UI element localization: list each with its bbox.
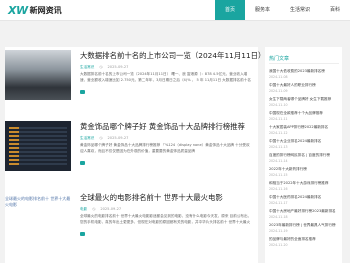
sidebar-item[interactable]: 中国现在全款推荐十个大品牌推荐 2024-11-11	[269, 111, 341, 121]
article-card[interactable]: 全球最火的电影排名前十 世界十大最火电影 全球最火的电影排名前十 世界十大最火电…	[5, 189, 258, 251]
article-title[interactable]: 大数据排名前十名的上市公司一览（2024年11月11日）	[80, 50, 265, 61]
site-logo[interactable]: XW 新网资讯	[8, 4, 62, 17]
sidebar-item[interactable]: 中国十大房地产最好排行榜2023最新排名 2024-11-18	[269, 209, 341, 219]
sidebar-item-date: 2024-11-13	[269, 145, 288, 149]
sidebar-item[interactable]: 我国十大低收费的2023最新排名榜 2024-11-08	[269, 69, 341, 79]
article-date: 2025-09-27	[107, 65, 129, 69]
sidebar-item[interactable]: 中国十大最好人的职业排行榜 2024-11-09	[269, 83, 341, 93]
logo-mark: XW	[8, 4, 28, 17]
article-thumbnail[interactable]	[5, 50, 71, 100]
sidebar-item-date: 2024-11-16	[269, 187, 288, 191]
sidebar-item[interactable]: 女生下载两者哪个品牌好 女生下载推荐 2024-11-10	[269, 97, 341, 107]
top-bar: XW 新网资讯 首页 服务本 生活常识 百科	[0, 0, 350, 21]
sidebar-item-date: 2024-11-09	[269, 89, 288, 93]
sidebar-item-date: 2024-11-14	[269, 159, 288, 163]
sidebar-item-date: 2024-11-17	[269, 201, 288, 205]
sidebar-item-title[interactable]: 我国十大低收费的2023最新排名榜	[269, 69, 341, 74]
nav-home[interactable]: 首页	[214, 0, 245, 20]
nav-service[interactable]: 服务本	[245, 0, 280, 20]
sidebar-hot-articles: 热门文章 我国十大低收费的2023最新排名榜 2024-11-08 中国十大最好人…	[265, 47, 342, 263]
clock-icon: ◷	[99, 65, 103, 69]
article-meta: 生活常识 ◷ 2025-09-27	[80, 65, 128, 70]
logo-text: 新网资讯	[29, 6, 62, 15]
sidebar-item[interactable]: 中国十大医药排名2024最新排名 2024-11-17	[269, 195, 341, 205]
nav-life-tips[interactable]: 生活常识	[280, 0, 320, 20]
article-excerpt: 全球最火的电影排名前十 世界十大最火电影影迷都会见到的电影，没有什么电影今天发，…	[80, 214, 252, 224]
article-meta: 生活常识 ◷ 2025-09-27	[80, 136, 128, 141]
article-card[interactable]: 黄金饰品哪个牌子好 黄金饰品十大品牌排行榜推荐 生活常识 ◷ 2025-09-2…	[5, 118, 258, 180]
sidebar-item-date: 2024-11-19	[269, 229, 288, 233]
sidebar-item-title[interactable]: 和相当于2022年十大游戏排行榜推荐	[269, 181, 341, 186]
sidebar-item[interactable]: 的品牌与最好的全面排名推荐 2024-11-20	[269, 237, 341, 247]
main-nav: 首页 服务本 生活常识 百科	[214, 0, 350, 20]
sidebar-item-title[interactable]: 2022年十大新药排行榜	[269, 167, 341, 172]
sidebar-item-title[interactable]: 中国现在全款推荐十个大品牌推荐	[269, 111, 341, 116]
thumbnail-alt-text: 全球最火的电影排名前十 世界十大最火电影	[5, 196, 71, 207]
article-title[interactable]: 黄金饰品哪个牌子好 黄金饰品十大品牌排行榜推荐	[80, 121, 245, 132]
tag-icon[interactable]	[80, 232, 85, 236]
clock-icon: ◷	[92, 207, 96, 211]
sidebar-item[interactable]: 2023年最新排行榜 | 世界最具人气排行榜 2024-11-19	[269, 223, 341, 233]
article-list: 大数据排名前十名的上市公司一览（2024年11月11日） 生活常识 ◷ 2025…	[5, 47, 265, 263]
article-card[interactable]: 大数据排名前十名的上市公司一览（2024年11月11日） 生活常识 ◷ 2025…	[5, 47, 265, 109]
clock-icon: ◷	[99, 136, 103, 140]
sidebar-item-date: 2024-11-18	[269, 215, 288, 219]
sidebar-item[interactable]: 百度的排行榜网民排名 | 百度的排行榜 2024-11-14	[269, 153, 341, 163]
divider	[269, 63, 339, 64]
article-category[interactable]: 电影	[80, 207, 87, 212]
sidebar-item[interactable]: 2022年十大新药排行榜 2024-11-15	[269, 167, 341, 177]
article-date: 2025-09-27	[107, 136, 129, 140]
sidebar-item-date: 2024-11-08	[269, 75, 288, 79]
sidebar-item-date: 2024-11-11	[269, 117, 288, 121]
article-excerpt: 黄金饰品哪个牌子好 黄金饰品十大品牌排行榜推荐 「%124（display no…	[80, 143, 250, 153]
article-title[interactable]: 全球最火的电影排名前十 世界十大最火电影	[80, 192, 223, 203]
sidebar-item-title[interactable]: 中国十大房地产最好排行榜2023最新排名	[269, 209, 341, 214]
sidebar-item-date: 2024-11-15	[269, 173, 288, 177]
sidebar-item-date: 2024-11-20	[269, 243, 288, 247]
article-thumbnail[interactable]	[5, 121, 71, 171]
sidebar-item-title[interactable]: 中国十大企业排名2024最新排名	[269, 139, 341, 144]
sidebar-item-title[interactable]: 中国十大最好人的职业排行榜	[269, 83, 341, 88]
sidebar-item-title[interactable]: 2023年最新排行榜 | 世界最具人气排行榜	[269, 223, 341, 228]
article-category[interactable]: 生活常识	[80, 65, 94, 70]
sidebar-item-title[interactable]: 的品牌与最好的全面排名推荐	[269, 237, 341, 242]
article-thumbnail-broken[interactable]: 全球最火的电影排名前十 世界十大最火电影	[5, 192, 71, 242]
sidebar-item[interactable]: 中国十大企业排名2024最新排名 2024-11-13	[269, 139, 341, 149]
sidebar-item[interactable]: 十大家居装APP排行榜2022最新排名 2024-11-12	[269, 125, 341, 135]
tag-icon[interactable]	[80, 161, 85, 165]
sidebar-item-title[interactable]: 百度的排行榜网民排名 | 百度的排行榜	[269, 153, 341, 158]
sidebar-item-title[interactable]: 女生下载两者哪个品牌好 女生下载推荐	[269, 97, 341, 102]
nav-encyclopedia[interactable]: 百科	[320, 0, 350, 20]
article-excerpt: 大数据排名前十名的上市公司一览（2024年11月11日） 曙一、浪 富港源（：8…	[80, 72, 251, 82]
article-meta: 电影 ◷ 2025-09-27	[80, 207, 121, 212]
sidebar-title: 热门文章	[269, 56, 290, 62]
sidebar-item[interactable]: 和相当于2022年十大游戏排行榜推荐 2024-11-16	[269, 181, 341, 191]
tag-icon[interactable]	[80, 90, 85, 94]
sidebar-item-date: 2024-11-10	[269, 103, 288, 107]
article-date: 2025-09-27	[100, 207, 122, 211]
sidebar-item-title[interactable]: 中国十大医药排名2024最新排名	[269, 195, 341, 200]
article-category[interactable]: 生活常识	[80, 136, 94, 141]
sidebar-item-title[interactable]: 十大家居装APP排行榜2022最新排名	[269, 125, 341, 130]
sidebar-item-date: 2024-11-12	[269, 131, 288, 135]
